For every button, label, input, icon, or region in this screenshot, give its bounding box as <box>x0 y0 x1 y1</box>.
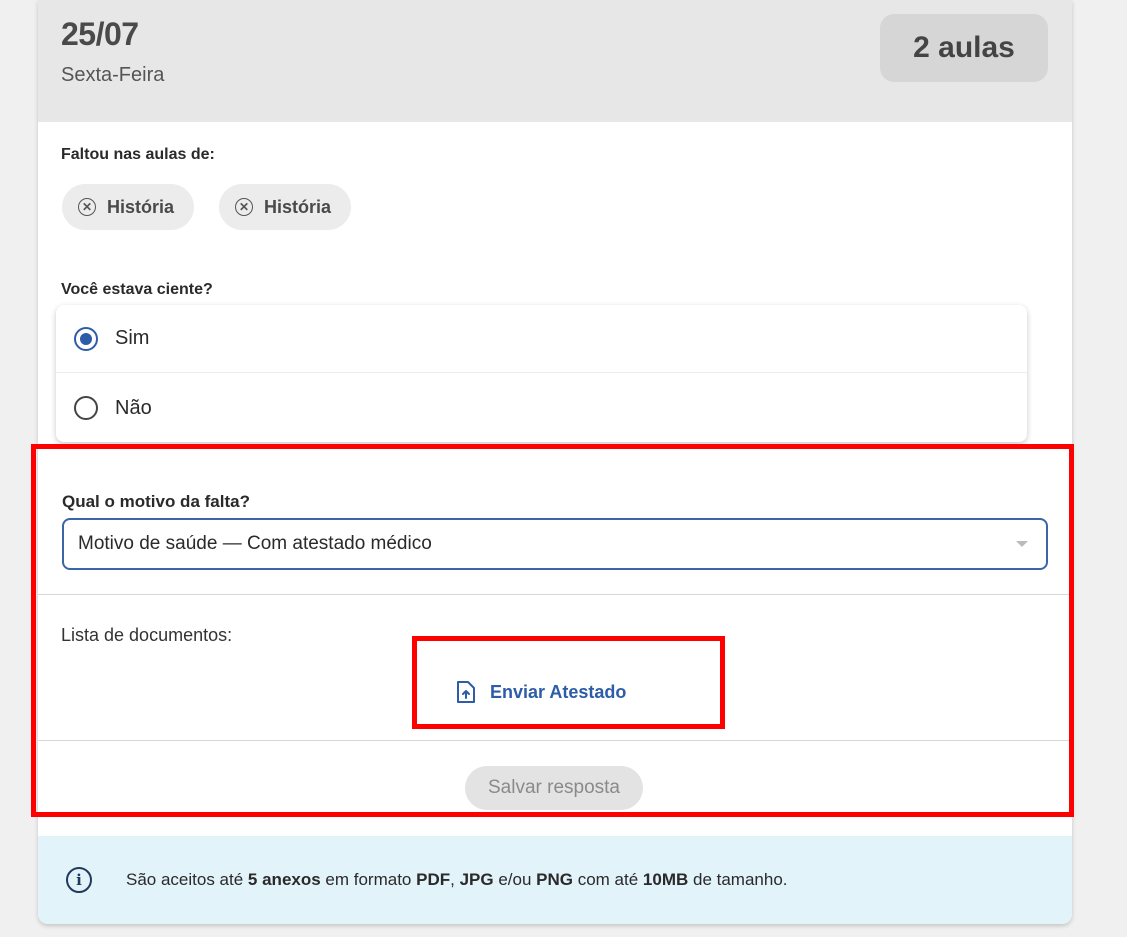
documents-list-label: Lista de documentos: <box>61 625 233 645</box>
subject-chip-label: História <box>107 196 175 217</box>
reason-select[interactable]: Motivo de saúde — Com atestado médico <box>62 518 1048 570</box>
reason-label: Qual o motivo da falta? <box>62 492 250 511</box>
upload-button-label: Enviar Atestado <box>490 681 627 702</box>
awareness-question: Você estava ciente? <box>61 281 213 298</box>
awareness-radio-group: Sim Não <box>56 305 1027 442</box>
absence-card: 25/07 Sexta-Feira 2 aulas Faltou nas aul… <box>38 0 1072 924</box>
upload-certificate-button[interactable]: Enviar Atestado <box>456 674 626 710</box>
lessons-count-badge: 2 aulas <box>880 14 1048 82</box>
weekday-label: Sexta-Feira <box>61 64 165 86</box>
file-upload-icon <box>457 681 475 703</box>
close-circle-icon[interactable]: ✕ <box>78 198 96 216</box>
reason-select-value: Motivo de saúde — Com atestado médico <box>78 533 432 554</box>
subject-chip[interactable]: ✕ História <box>219 184 352 230</box>
info-text: São aceitos até 5 anexos em formato PDF,… <box>126 870 788 889</box>
divider <box>38 594 1072 595</box>
card-header: 25/07 Sexta-Feira 2 aulas <box>38 0 1072 122</box>
radio-checked-icon[interactable] <box>74 326 98 351</box>
subject-chip[interactable]: ✕ História <box>62 184 195 230</box>
close-circle-icon[interactable]: ✕ <box>235 198 253 216</box>
chevron-down-icon <box>1016 541 1028 547</box>
info-banner: i São aceitos até 5 anexos em formato PD… <box>38 836 1072 924</box>
date-label: 25/07 <box>61 16 139 52</box>
radio-option-label: Não <box>115 396 152 419</box>
radio-option-sim[interactable]: Sim <box>56 305 1027 373</box>
radio-unchecked-icon[interactable] <box>74 396 98 420</box>
divider <box>38 740 1072 741</box>
missed-classes-label: Faltou nas aulas de: <box>61 146 215 163</box>
radio-option-label: Sim <box>115 327 150 349</box>
info-icon: i <box>66 867 92 893</box>
subject-chip-label: História <box>264 196 332 217</box>
save-response-button[interactable]: Salvar resposta <box>465 766 643 810</box>
radio-option-nao[interactable]: Não <box>56 374 1027 442</box>
